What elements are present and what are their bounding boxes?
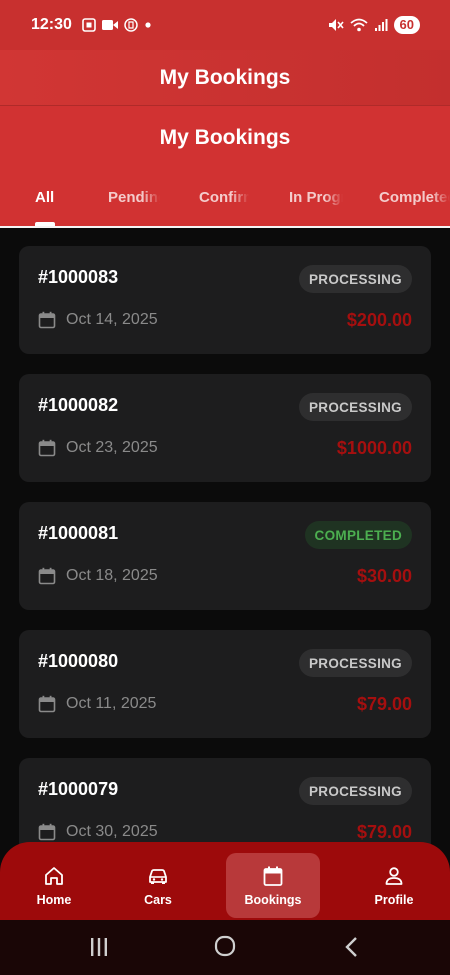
booking-card[interactable]: #1000081 COMPLETED Oct 18, 2025 $30.00 (19, 502, 431, 610)
booking-date: Oct 23, 2025 (66, 439, 158, 456)
booking-price: $30.00 (356, 566, 412, 586)
calendar-icon (263, 866, 283, 886)
back-icon[interactable] (343, 936, 359, 958)
nav-label-profile: Profile (374, 893, 414, 907)
booking-date-row: Oct 30, 2025 (38, 823, 158, 841)
booking-card[interactable]: #1000080 PROCESSING Oct 11, 2025 $79.00 (19, 630, 431, 738)
bookings-header: My Bookings All Pending Confirmed In Pro… (0, 106, 450, 228)
booking-date-row: Oct 18, 2025 (38, 567, 158, 585)
booking-date: Oct 11, 2025 (66, 695, 157, 712)
status-tabs: All Pending Confirmed In Progress Comple… (0, 182, 450, 228)
person-icon (385, 867, 403, 885)
calendar-icon (38, 439, 56, 457)
booking-price: $1000.00 (336, 438, 412, 458)
system-nav (0, 920, 450, 975)
status-badge: PROCESSING (298, 777, 412, 805)
dot-icon (145, 22, 151, 28)
home-icon (45, 867, 63, 885)
tab-fade (231, 182, 249, 212)
booking-id: #1000083 (38, 267, 119, 287)
app-bar-title: My Bookings (159, 65, 291, 89)
status-badge: PROCESSING (298, 649, 412, 677)
booking-id: #1000082 (38, 395, 119, 415)
status-badge: PROCESSING (298, 265, 412, 293)
nav-label-bookings: Bookings (244, 892, 302, 907)
tab-all[interactable]: All (35, 189, 54, 206)
bookings-list[interactable]: #1000083 PROCESSING Oct 14, 2025 $200.00… (0, 228, 450, 850)
booking-id: #1000081 (38, 523, 119, 543)
calendar-icon (38, 823, 56, 841)
nav-label-cars: Cars (144, 893, 172, 907)
screenshot-icon (82, 18, 96, 32)
shield-icon (124, 18, 138, 32)
booking-price: $79.00 (356, 822, 412, 842)
booking-id: #1000080 (38, 651, 119, 671)
booking-price: $200.00 (346, 310, 412, 330)
nav-item-home[interactable]: Home (24, 854, 84, 918)
tab-fade (325, 182, 343, 212)
status-badge: PROCESSING (298, 393, 412, 421)
status-badge: COMPLETED (304, 521, 412, 549)
nav-item-cars[interactable]: Cars (128, 854, 188, 918)
home-circle-icon[interactable] (214, 935, 236, 957)
booking-date: Oct 18, 2025 (66, 567, 158, 584)
booking-id: #1000079 (38, 779, 119, 799)
nav-item-profile[interactable]: Profile (364, 854, 424, 918)
booking-price: $79.00 (356, 694, 412, 714)
recents-icon[interactable] (89, 936, 109, 958)
section-title: My Bookings (159, 126, 291, 149)
nav-item-bookings[interactable]: Bookings (226, 853, 320, 918)
bottom-nav: Home Cars Bookings Profile (0, 842, 450, 920)
tab-fade (432, 182, 450, 212)
booking-date-row: Oct 11, 2025 (38, 695, 156, 713)
car-icon (149, 869, 167, 884)
calendar-icon (38, 567, 56, 585)
booking-date-row: Oct 14, 2025 (38, 311, 158, 329)
battery-indicator: 60 (393, 16, 420, 34)
booking-card[interactable]: #1000079 PROCESSING Oct 30, 2025 $79.00 (19, 758, 431, 850)
app-bar: My Bookings (0, 50, 450, 106)
mute-icon (328, 19, 344, 31)
booking-date: Oct 14, 2025 (66, 311, 158, 328)
tab-fade (142, 182, 160, 212)
status-bar: 12:30 60 (0, 0, 450, 50)
signal-icon (374, 19, 388, 31)
status-time: 12:30 (31, 16, 72, 33)
video-icon (101, 20, 118, 30)
booking-date: Oct 30, 2025 (66, 823, 158, 840)
wifi-icon (349, 18, 368, 32)
booking-date-row: Oct 23, 2025 (38, 439, 158, 457)
calendar-icon (38, 311, 56, 329)
status-icons-left (82, 18, 152, 32)
nav-label-home: Home (36, 893, 72, 907)
status-icons-right: 60 (328, 16, 420, 34)
booking-card[interactable]: #1000082 PROCESSING Oct 23, 2025 $1000.0… (19, 374, 431, 482)
calendar-icon (38, 695, 56, 713)
booking-card[interactable]: #1000083 PROCESSING Oct 14, 2025 $200.00 (19, 246, 431, 354)
